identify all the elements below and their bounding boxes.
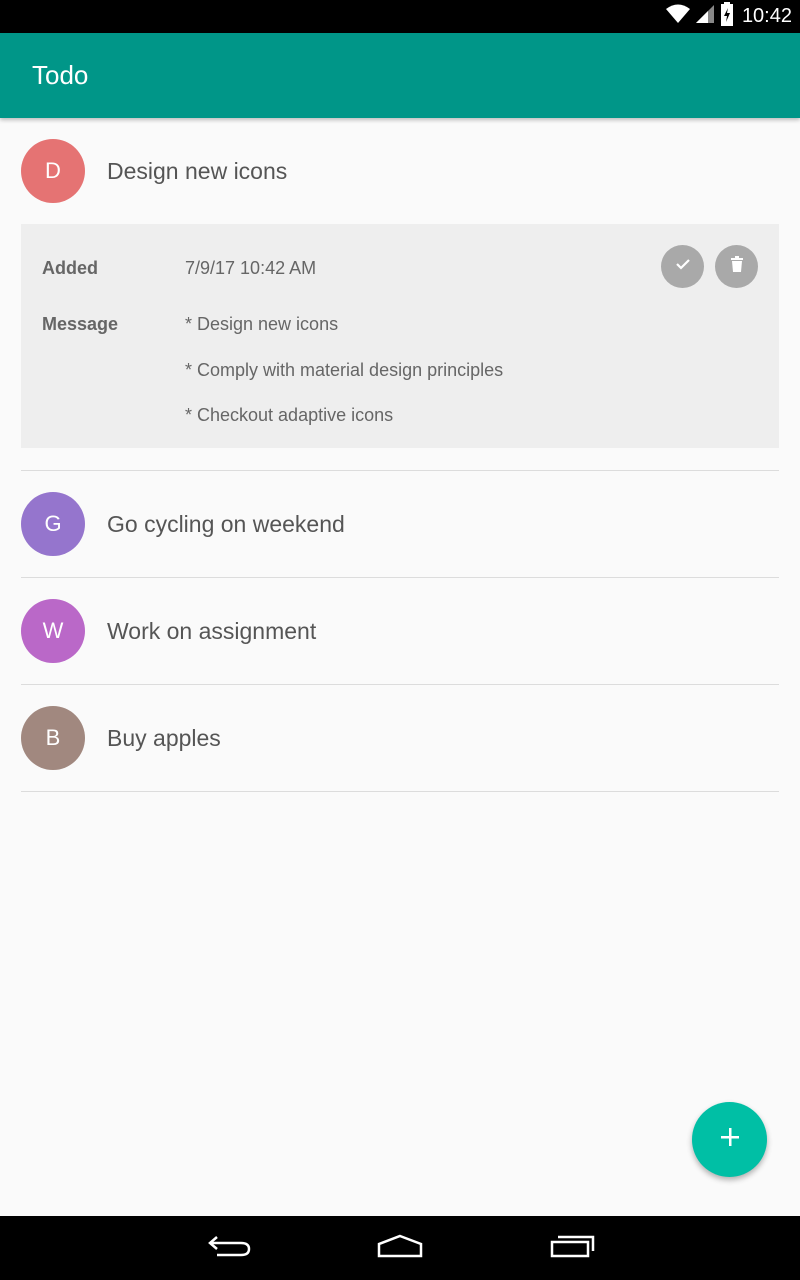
complete-button[interactable] — [661, 245, 704, 288]
navigation-bar — [0, 1216, 800, 1280]
todo-item[interactable]: B Buy apples — [0, 685, 800, 791]
todo-item[interactable]: W Work on assignment — [0, 578, 800, 684]
check-icon — [674, 255, 692, 278]
back-icon — [207, 1233, 253, 1264]
todo-title: Design new icons — [107, 158, 288, 184]
avatar: D — [21, 139, 85, 203]
battery-icon — [720, 2, 734, 31]
todo-item[interactable]: G Go cycling on weekend — [0, 471, 800, 577]
todo-title: Buy apples — [107, 725, 221, 751]
add-todo-button[interactable] — [692, 1102, 767, 1177]
delete-button[interactable] — [715, 245, 758, 288]
app-bar: Todo — [0, 33, 800, 118]
message-label: Message — [42, 314, 119, 334]
wifi-icon — [665, 3, 691, 30]
signal-icon — [694, 3, 716, 30]
avatar: G — [21, 492, 85, 556]
todo-title: Work on assignment — [107, 618, 317, 644]
status-time: 10:42 — [741, 5, 792, 27]
added-label: Added — [42, 258, 98, 278]
message-line: * Checkout adaptive icons — [185, 405, 394, 425]
status-icons: 10:42 — [665, 0, 792, 33]
recents-button[interactable] — [542, 1228, 602, 1268]
back-button[interactable] — [200, 1228, 260, 1268]
message-line: * Design new icons — [185, 314, 339, 334]
message-line: * Comply with material design principles — [185, 360, 504, 380]
avatar: B — [21, 706, 85, 770]
todo-title: Go cycling on weekend — [107, 511, 345, 537]
status-bar: 10:42 — [0, 0, 800, 33]
added-value: 7/9/17 10:42 AM — [185, 258, 317, 278]
todo-item[interactable]: D Design new icons — [0, 118, 800, 224]
home-icon — [375, 1233, 425, 1264]
todo-details-panel: Added 7/9/17 10:42 AM Message * Design n… — [21, 224, 779, 448]
recents-icon — [548, 1232, 596, 1265]
app-title: Todo — [32, 60, 89, 90]
trash-icon — [728, 255, 746, 278]
avatar: W — [21, 599, 85, 663]
home-button[interactable] — [370, 1228, 430, 1268]
plus-icon — [719, 1126, 741, 1153]
divider — [21, 791, 779, 792]
